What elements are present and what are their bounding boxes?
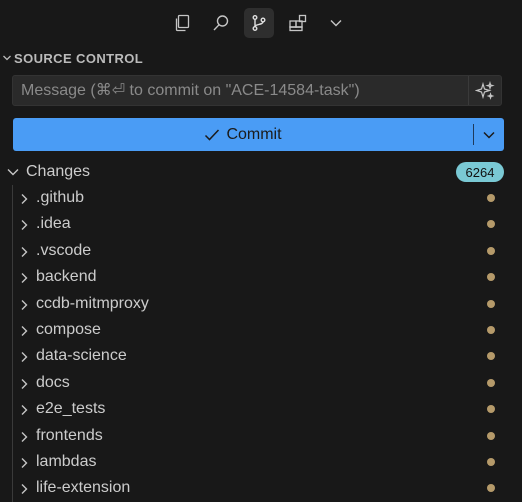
commit-message-box	[12, 75, 502, 106]
check-icon	[204, 128, 220, 142]
modified-dot-icon	[487, 273, 495, 281]
indent-guide	[12, 185, 13, 211]
modified-dot-icon	[487, 247, 495, 255]
chevron-down-icon	[6, 165, 20, 184]
folder-name: life-extension	[36, 479, 130, 497]
modified-dot-icon	[487, 405, 495, 413]
folder-name: data-science	[36, 347, 127, 365]
changes-label: Changes	[26, 163, 90, 181]
tree-item-folder[interactable]: .idea	[0, 211, 522, 237]
folder-name: ccdb-mitmproxy	[36, 295, 149, 313]
commit-button-group: Commit	[13, 118, 504, 151]
modified-dot-icon	[487, 300, 495, 308]
chevron-right-icon	[18, 245, 30, 263]
chevron-right-icon	[18, 456, 30, 474]
chevron-right-icon	[18, 324, 30, 342]
indent-guide	[12, 317, 13, 343]
folder-name: compose	[36, 321, 101, 339]
indent-guide	[12, 423, 13, 449]
folder-name: .idea	[36, 215, 71, 233]
folder-name: backend	[36, 268, 97, 286]
chevron-right-icon	[18, 403, 30, 421]
chevron-right-icon	[18, 271, 30, 289]
source-control-icon[interactable]	[244, 8, 274, 38]
extensions-icon[interactable]	[283, 8, 313, 38]
chevron-down-icon[interactable]	[321, 8, 351, 38]
chevron-right-icon	[18, 482, 30, 500]
modified-dot-icon	[487, 458, 495, 466]
modified-dot-icon	[487, 379, 495, 387]
chevron-right-icon	[18, 350, 30, 368]
commit-message-input[interactable]	[13, 76, 469, 105]
tree-item-folder[interactable]: backend	[0, 264, 522, 290]
chevron-right-icon	[18, 298, 30, 316]
tree-item-folder[interactable]: .vscode	[0, 238, 522, 264]
search-icon[interactable]	[206, 8, 236, 38]
tree-item-folder[interactable]: ccdb-mitmproxy	[0, 291, 522, 317]
indent-guide	[12, 343, 13, 369]
sparkle-icon[interactable]	[468, 76, 501, 105]
chevron-right-icon	[18, 430, 30, 448]
source-control-section-header[interactable]: SOURCE CONTROL	[0, 48, 522, 68]
tree-item-folder[interactable]: life-extension	[0, 475, 522, 501]
folder-name: e2e_tests	[36, 400, 105, 418]
tree-item-folder[interactable]: lambdas	[0, 449, 522, 475]
view-toolbar	[0, 0, 522, 46]
indent-guide	[12, 449, 13, 475]
changes-group-header[interactable]: Changes 6264	[0, 161, 522, 183]
indent-guide	[12, 264, 13, 290]
modified-dot-icon	[487, 352, 495, 360]
tree-item-folder[interactable]: frontends	[0, 423, 522, 449]
chevron-right-icon	[18, 192, 30, 210]
modified-dot-icon	[487, 432, 495, 440]
tree-item-folder[interactable]: .github	[0, 185, 522, 211]
indent-guide	[12, 370, 13, 396]
modified-dot-icon	[487, 220, 495, 228]
commit-options-button[interactable]	[474, 118, 504, 151]
explorer-icon[interactable]	[167, 8, 197, 38]
commit-button[interactable]: Commit	[13, 118, 473, 151]
tree-item-folder[interactable]: docs	[0, 370, 522, 396]
tree-item-folder[interactable]: compose	[0, 317, 522, 343]
modified-dot-icon	[487, 484, 495, 492]
chevron-down-icon	[0, 48, 14, 68]
indent-guide	[12, 291, 13, 317]
modified-dot-icon	[487, 194, 495, 202]
tree-item-folder[interactable]: data-science	[0, 343, 522, 369]
chevron-right-icon	[18, 377, 30, 395]
folder-name: .vscode	[36, 242, 91, 260]
tree-item-folder[interactable]: e2e_tests	[0, 396, 522, 422]
chevron-down-icon	[482, 130, 496, 140]
chevron-right-icon	[18, 218, 30, 236]
section-title: SOURCE CONTROL	[14, 51, 143, 66]
folder-name: lambdas	[36, 453, 96, 471]
folder-name: .github	[36, 189, 84, 207]
folder-name: docs	[36, 374, 70, 392]
folder-name: frontends	[36, 427, 103, 445]
indent-guide	[12, 238, 13, 264]
modified-dot-icon	[487, 326, 495, 334]
changes-tree: .github .idea .vscode backend ccdb-mitmproxy…	[0, 185, 522, 502]
indent-guide	[12, 396, 13, 422]
commit-button-label: Commit	[226, 126, 281, 144]
changes-count-badge: 6264	[456, 162, 504, 182]
indent-guide	[12, 475, 13, 501]
indent-guide	[12, 211, 13, 237]
